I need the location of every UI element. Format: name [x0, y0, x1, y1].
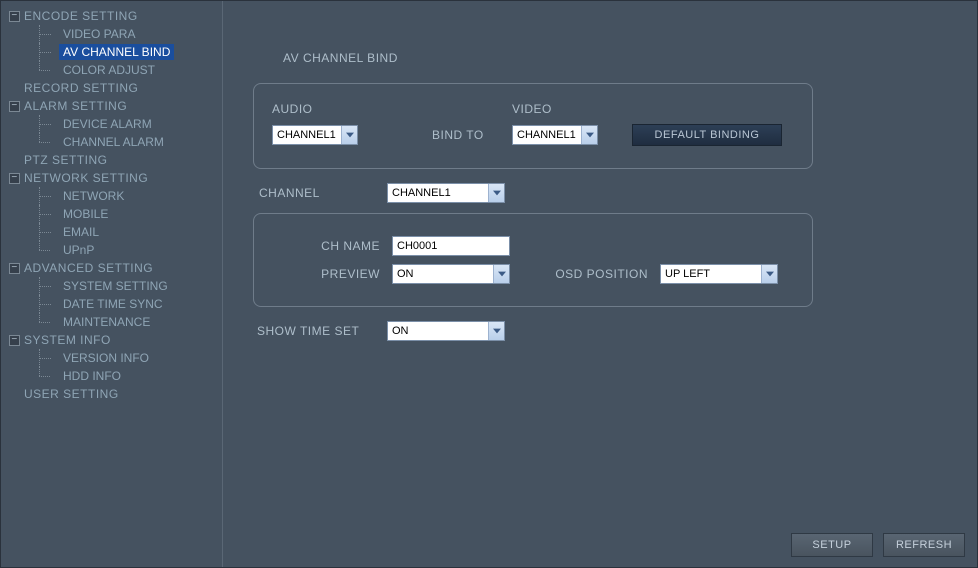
channel-panel: CH NAME PREVIEW ON OSD POSITION UP LEFT	[253, 213, 813, 307]
osd-position-value: UP LEFT	[661, 268, 761, 280]
sidebar-item[interactable]: MOBILE	[19, 205, 222, 223]
channel-select[interactable]: CHANNEL1	[387, 183, 505, 203]
audio-label: AUDIO	[272, 102, 512, 116]
sidebar-item-label: UPnP	[59, 242, 98, 258]
osd-position-select[interactable]: UP LEFT	[660, 264, 778, 284]
sidebar-item[interactable]: HDD INFO	[19, 367, 222, 385]
tree-connector-icon	[39, 223, 57, 241]
sidebar-item[interactable]: DATE TIME SYNC	[19, 295, 222, 313]
collapse-icon[interactable]: −	[9, 263, 20, 274]
video-select-value: CHANNEL1	[513, 129, 581, 141]
tree-connector-icon	[39, 25, 57, 43]
footer-buttons: SETUP REFRESH	[791, 533, 965, 557]
ch-name-label: CH NAME	[272, 239, 392, 253]
show-time-value: ON	[388, 325, 488, 337]
bind-panel: AUDIO VIDEO CHANNEL1 BIND TO CHANNEL1 DE…	[253, 83, 813, 169]
sidebar-item[interactable]: CHANNEL ALARM	[19, 133, 222, 151]
show-time-select[interactable]: ON	[387, 321, 505, 341]
chevron-down-icon	[493, 265, 509, 283]
preview-select[interactable]: ON	[392, 264, 510, 284]
refresh-button[interactable]: REFRESH	[883, 533, 965, 557]
default-binding-button[interactable]: DEFAULT BINDING	[632, 124, 782, 146]
tree-connector-icon	[39, 133, 57, 151]
setup-button[interactable]: SETUP	[791, 533, 873, 557]
sidebar-item-label: VERSION INFO	[59, 350, 153, 366]
show-time-label: SHOW TIME SET	[253, 324, 387, 338]
tree-connector-icon	[39, 367, 57, 385]
sidebar-group-label: ENCODE SETTING	[24, 9, 138, 23]
video-label: VIDEO	[512, 102, 552, 116]
sidebar-item[interactable]: DEVICE ALARM	[19, 115, 222, 133]
sidebar-item-label: DATE TIME SYNC	[59, 296, 167, 312]
tree-connector-icon	[39, 277, 57, 295]
sidebar-item-label: CHANNEL ALARM	[59, 134, 168, 150]
sidebar-nav: −ENCODE SETTINGVIDEO PARAAV CHANNEL BIND…	[1, 1, 223, 567]
sidebar-item[interactable]: UPnP	[19, 241, 222, 259]
sidebar-group-label: NETWORK SETTING	[24, 171, 148, 185]
sidebar-group-label: RECORD SETTING	[24, 81, 138, 95]
sidebar-item-label: AV CHANNEL BIND	[59, 44, 174, 60]
sidebar-group[interactable]: −NETWORK SETTING	[9, 169, 222, 187]
sidebar-group-label: ADVANCED SETTING	[24, 261, 153, 275]
sidebar-item-label: EMAIL	[59, 224, 103, 240]
preview-label: PREVIEW	[272, 267, 392, 281]
sidebar-item-label: HDD INFO	[59, 368, 125, 384]
video-select[interactable]: CHANNEL1	[512, 125, 598, 145]
tree-connector-icon	[39, 349, 57, 367]
sidebar-item-label: DEVICE ALARM	[59, 116, 156, 132]
sidebar-item[interactable]: VIDEO PARA	[19, 25, 222, 43]
collapse-icon[interactable]: −	[9, 101, 20, 112]
sidebar-item[interactable]: VERSION INFO	[19, 349, 222, 367]
content-area: AV CHANNEL BIND AUDIO VIDEO CHANNEL1 BIN…	[223, 1, 977, 567]
sidebar-item-label: COLOR ADJUST	[59, 62, 159, 78]
sidebar-group-label: ALARM SETTING	[24, 99, 127, 113]
channel-select-value: CHANNEL1	[388, 187, 488, 199]
sidebar-item[interactable]: NETWORK	[19, 187, 222, 205]
chevron-down-icon	[488, 322, 504, 340]
chevron-down-icon	[341, 126, 357, 144]
collapse-icon[interactable]: −	[9, 335, 20, 346]
collapse-icon[interactable]: −	[9, 11, 20, 22]
osd-position-label: OSD POSITION	[510, 267, 660, 281]
tree-connector-icon	[39, 313, 57, 331]
sidebar-item[interactable]: COLOR ADJUST	[19, 61, 222, 79]
tree-connector-icon	[39, 295, 57, 313]
ch-name-input[interactable]	[392, 236, 510, 256]
sidebar-group[interactable]: −SYSTEM INFO	[9, 331, 222, 349]
sidebar-item[interactable]: SYSTEM SETTING	[19, 277, 222, 295]
sidebar-item-label: NETWORK	[59, 188, 128, 204]
sidebar-item-label: SYSTEM SETTING	[59, 278, 172, 294]
sidebar-item[interactable]: AV CHANNEL BIND	[19, 43, 222, 61]
bind-to-label: BIND TO	[432, 128, 512, 142]
sidebar-item-label: MAINTENANCE	[59, 314, 154, 330]
sidebar-item[interactable]: EMAIL	[19, 223, 222, 241]
chevron-down-icon	[581, 126, 597, 144]
tree-connector-icon	[39, 115, 57, 133]
sidebar-item-label: VIDEO PARA	[59, 26, 139, 42]
tree-connector-icon	[39, 205, 57, 223]
sidebar-item-label: MOBILE	[59, 206, 112, 222]
sidebar-group-label: USER SETTING	[24, 387, 119, 401]
chevron-down-icon	[488, 184, 504, 202]
preview-select-value: ON	[393, 268, 493, 280]
sidebar-group[interactable]: −ENCODE SETTING	[9, 7, 222, 25]
audio-select[interactable]: CHANNEL1	[272, 125, 358, 145]
channel-label: CHANNEL	[259, 186, 387, 200]
sidebar-group[interactable]: USER SETTING	[9, 385, 222, 403]
sidebar-group[interactable]: RECORD SETTING	[9, 79, 222, 97]
sidebar-group[interactable]: PTZ SETTING	[9, 151, 222, 169]
audio-select-value: CHANNEL1	[273, 129, 341, 141]
chevron-down-icon	[761, 265, 777, 283]
sidebar-group-label: PTZ SETTING	[24, 153, 108, 167]
page-title: AV CHANNEL BIND	[283, 51, 947, 65]
tree-connector-icon	[39, 241, 57, 259]
sidebar-item[interactable]: MAINTENANCE	[19, 313, 222, 331]
tree-connector-icon	[39, 43, 57, 61]
sidebar-group[interactable]: −ADVANCED SETTING	[9, 259, 222, 277]
sidebar-group-label: SYSTEM INFO	[24, 333, 111, 347]
sidebar-group[interactable]: −ALARM SETTING	[9, 97, 222, 115]
collapse-icon[interactable]: −	[9, 173, 20, 184]
tree-connector-icon	[39, 187, 57, 205]
tree-connector-icon	[39, 61, 57, 79]
